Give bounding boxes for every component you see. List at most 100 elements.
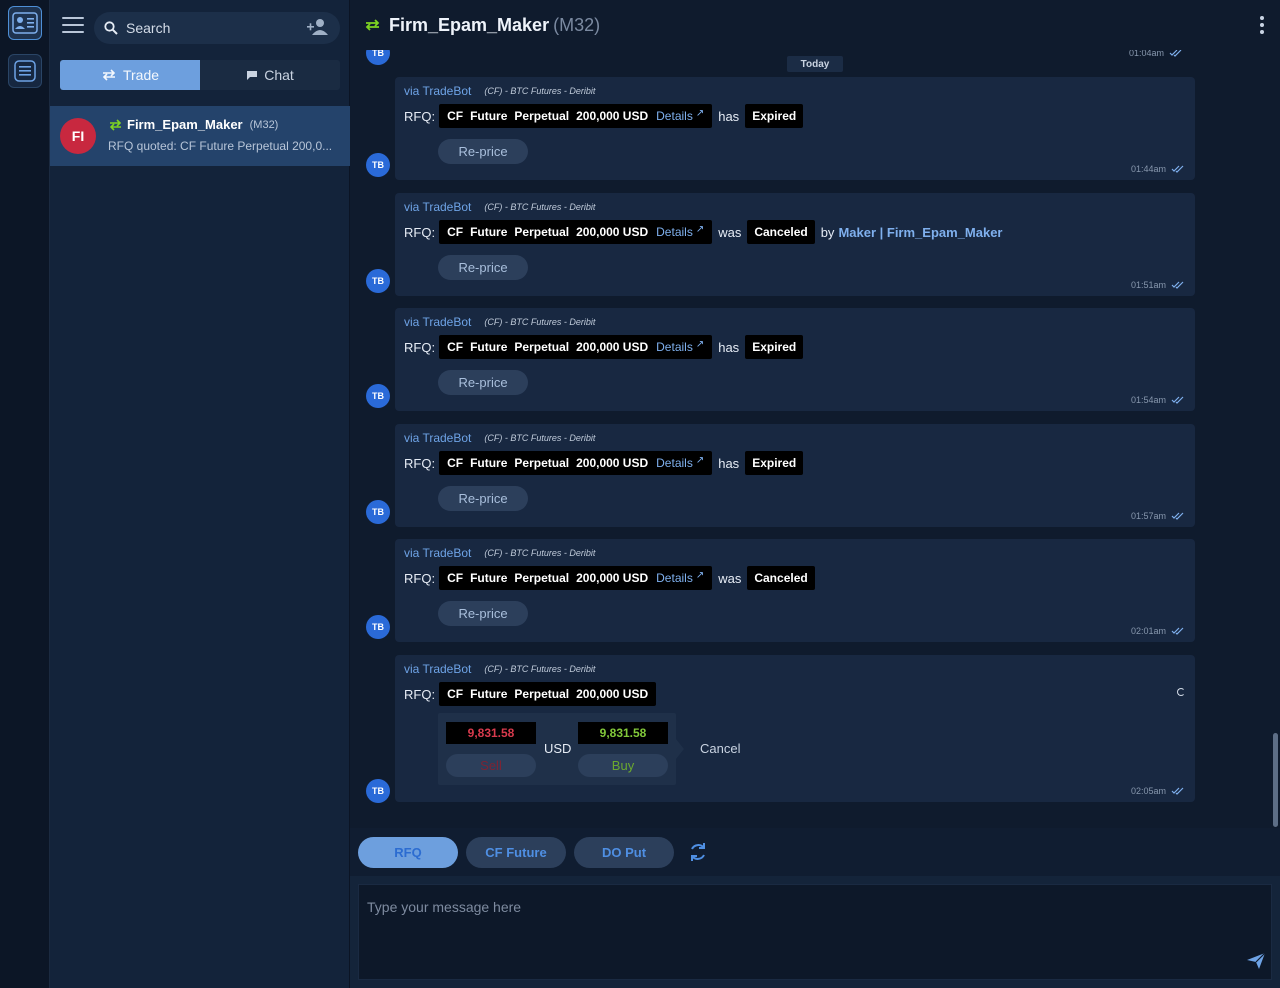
- sidebar: Search Trade Chat FI Firm_Epam_Maker (M3…: [50, 0, 350, 988]
- via-tradebot-link[interactable]: via TradeBot: [404, 546, 471, 560]
- message-time-text: 01:51am: [1130, 280, 1166, 290]
- bot-avatar: TB: [366, 500, 390, 524]
- message-via: via TradeBot (CF) - BTC Futures - Deribit: [404, 315, 595, 329]
- details-link[interactable]: Details: [656, 225, 693, 239]
- via-tradebot-link[interactable]: via TradeBot: [404, 662, 471, 676]
- rfq-button[interactable]: RFQ: [358, 837, 458, 868]
- rfq-status-message: via TradeBot (CF) - BTC Futures - Deribit…: [395, 539, 1195, 642]
- message-time-text: 01:44am: [1130, 164, 1166, 174]
- message-thread[interactable]: TB 01:04am Today via TradeBot (CF) - BTC …: [350, 50, 1280, 828]
- details-link[interactable]: Details: [656, 571, 693, 585]
- thread-scrollbar[interactable]: [1273, 733, 1278, 827]
- more-options-icon[interactable]: [1260, 16, 1264, 37]
- double-check-icon: [1171, 165, 1184, 173]
- instrument-word: Perpetual: [514, 225, 570, 239]
- by-user-link[interactable]: Maker | Firm_Epam_Maker: [838, 225, 1002, 240]
- instrument-word: Future: [470, 225, 508, 239]
- reprice-button[interactable]: Re-price: [438, 486, 528, 511]
- by-label: by: [820, 224, 835, 240]
- message-time-text: 01:54am: [1130, 395, 1166, 405]
- search-input[interactable]: Search: [94, 12, 340, 44]
- via-tradebot-link[interactable]: via TradeBot: [404, 315, 471, 329]
- bot-avatar: TB: [366, 50, 390, 65]
- instrument-word: CF: [447, 456, 464, 470]
- chat-header: Firm_Epam_Maker (M32): [350, 0, 1280, 50]
- tab-trade[interactable]: Trade: [60, 60, 200, 90]
- instrument-size: 200,000 USD: [576, 340, 649, 354]
- conversation-item[interactable]: FI Firm_Epam_Maker (M32) RFQ quoted: CF …: [50, 106, 350, 166]
- via-tradebot-link[interactable]: via TradeBot: [404, 84, 471, 98]
- do-put-button[interactable]: DO Put: [574, 837, 674, 868]
- chat-bubble-icon: [247, 70, 258, 80]
- refresh-icon[interactable]: [688, 841, 708, 863]
- rfq-status-message: via TradeBot (CF) - BTC Futures - Deribit…: [395, 424, 1195, 527]
- conversation-preview: RFQ quoted: CF Future Perpetual 200,0...: [108, 139, 333, 153]
- message-source: (CF) - BTC Futures - Deribit: [484, 664, 596, 674]
- status-verb: has: [718, 455, 740, 471]
- double-check-icon: [1171, 281, 1184, 289]
- status-verb: was: [718, 224, 742, 240]
- quote-message: via TradeBot (CF) - BTC Futures - Deribi…: [395, 655, 1195, 802]
- instrument-chip: CF Future Perpetual 200,000 USD Details ↗: [439, 566, 713, 590]
- via-tradebot-link[interactable]: via TradeBot: [404, 200, 471, 214]
- rfq-label: RFQ:: [404, 686, 436, 702]
- buy-price: 9,831.58: [578, 722, 668, 744]
- message-time-text: 02:01am: [1130, 626, 1166, 636]
- sell-button[interactable]: Sell: [446, 754, 536, 777]
- add-contact-icon[interactable]: [306, 18, 330, 36]
- day-divider: Today: [787, 56, 843, 72]
- bot-avatar: TB: [366, 779, 390, 803]
- loading-spinner-icon: [1177, 688, 1185, 696]
- instrument-word: Perpetual: [514, 340, 570, 354]
- double-check-icon: [1171, 787, 1184, 795]
- message-source: (CF) - BTC Futures - Deribit: [484, 202, 596, 212]
- conversation-name: Firm_Epam_Maker: [127, 117, 243, 132]
- message-input[interactable]: Type your message here: [358, 884, 1272, 980]
- rfq-status-message: via TradeBot (CF) - BTC Futures - Deribit…: [395, 77, 1195, 180]
- message-source: (CF) - BTC Futures - Deribit: [484, 317, 596, 327]
- send-icon[interactable]: [1246, 952, 1266, 970]
- menu-icon[interactable]: [62, 17, 84, 37]
- composer: Type your message here: [350, 876, 1280, 988]
- rfq-status-message: via TradeBot (CF) - BTC Futures - Deribit…: [395, 193, 1195, 296]
- message-via: via TradeBot (CF) - BTC Futures - Deribit: [404, 200, 595, 214]
- message-time-text: 02:05am: [1130, 786, 1166, 796]
- double-check-icon: [1171, 627, 1184, 635]
- rfq-label: RFQ:: [404, 224, 436, 240]
- list-nav-button[interactable]: [8, 54, 42, 88]
- instrument-word: Perpetual: [514, 109, 570, 123]
- reprice-button[interactable]: Re-price: [438, 139, 528, 164]
- tab-chat[interactable]: Chat: [200, 60, 340, 90]
- bot-avatar: TB: [366, 269, 390, 293]
- rfq-line: RFQ: CF Future Perpetual 200,000 USD Details ↗…: [404, 104, 804, 128]
- status-verb: has: [718, 339, 740, 355]
- instrument-word: Future: [470, 340, 508, 354]
- instrument-word: CF: [447, 225, 464, 239]
- instrument-word: Perpetual: [514, 571, 570, 585]
- cancel-quote-button[interactable]: Cancel: [700, 741, 740, 756]
- contacts-icon: [12, 12, 38, 34]
- details-link[interactable]: Details: [656, 340, 693, 354]
- reprice-button[interactable]: Re-price: [438, 255, 528, 280]
- message-time: 02:05am: [1131, 786, 1185, 796]
- cf-future-button[interactable]: CF Future: [466, 837, 566, 868]
- reprice-button[interactable]: Re-price: [438, 601, 528, 626]
- via-tradebot-link[interactable]: via TradeBot: [404, 431, 471, 445]
- instrument-chip: CF Future Perpetual 200,000 USD Details ↗: [439, 451, 713, 475]
- instrument-size: 200,000 USD: [576, 571, 649, 585]
- details-link[interactable]: Details: [656, 109, 693, 123]
- reprice-button[interactable]: Re-price: [438, 370, 528, 395]
- list-icon: [14, 60, 36, 82]
- tab-chat-label: Chat: [264, 67, 294, 83]
- instrument-chip: CF Future Perpetual 200,000 USD Details ↗: [439, 335, 713, 359]
- details-link[interactable]: Details: [656, 456, 693, 470]
- double-check-icon: [1171, 512, 1184, 520]
- rfq-line: RFQ: CF Future Perpetual 200,000 USD Details ↗…: [404, 220, 1003, 244]
- status-badge: Expired: [745, 451, 804, 475]
- rfq-label: RFQ:: [404, 570, 436, 586]
- instrument-word: CF: [447, 571, 464, 585]
- mode-tabs: Trade Chat: [60, 60, 340, 90]
- contacts-nav-button[interactable]: [8, 6, 42, 40]
- status-badge: Canceled: [747, 566, 815, 590]
- buy-button[interactable]: Buy: [578, 754, 668, 777]
